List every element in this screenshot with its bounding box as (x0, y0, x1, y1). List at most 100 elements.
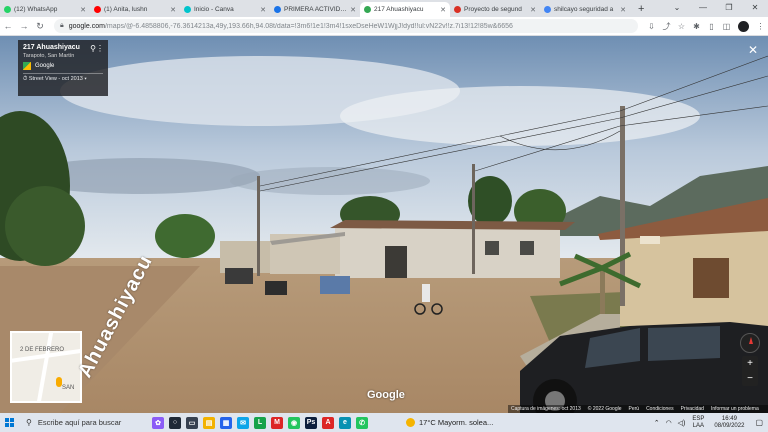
language-indicator[interactable]: ESP LAA (692, 416, 704, 430)
file-explorer-icon[interactable]: ▤ (203, 416, 215, 429)
taskbar-search-input[interactable]: ⚲ Escribe aquí para buscar (18, 414, 148, 431)
notification-icon[interactable]: ▢ (755, 418, 763, 427)
imagery-capture-label: Captura de imágenes: oct 2013 (511, 406, 581, 412)
url-path: /maps/@-6.4858806,-76.3614213a,49y,193.6… (104, 22, 513, 30)
browser-tab[interactable]: (1) Anita, lushn ✕ (90, 2, 180, 17)
share-icon[interactable]: ⤴ (659, 21, 674, 32)
cortana-icon[interactable]: ○ (169, 416, 181, 429)
taskbar: ⚲ Escribe aquí para buscar ✿ ○ ▭ ▤ ▦ ✉ L… (0, 413, 768, 432)
zoom-control: + − (742, 356, 758, 386)
store-icon[interactable]: ▦ (220, 416, 232, 429)
tab-favicon-icon (274, 6, 281, 13)
country-link[interactable]: Perú (629, 406, 640, 412)
lang-bottom: LAA (692, 422, 705, 429)
mail-icon[interactable]: ✉ (237, 416, 249, 429)
map-label: 2 DE FEBRERO (20, 347, 65, 353)
photoshop-icon[interactable]: Ps (305, 416, 317, 429)
install-icon[interactable]: ⇩ (644, 22, 659, 31)
browser-tab[interactable]: shilcayo seguridad a ✕ (540, 2, 630, 17)
close-icon[interactable]: ✕ (170, 6, 176, 14)
screen: (12) WhatsApp ✕ (1) Anita, lushn ✕ Inicio … (0, 0, 768, 432)
new-tab-button[interactable]: + (630, 2, 652, 17)
window-close-icon[interactable]: ✕ (742, 0, 768, 17)
side-panel-icon[interactable]: ◫ (719, 22, 734, 31)
reload-icon[interactable]: ↻ (32, 21, 48, 32)
browser-tab[interactable]: PRIMERA ACTIVIDAD ✕ (270, 2, 360, 17)
weather-text: 17°C Mayorm. solea... (419, 418, 494, 427)
map-street (33, 333, 55, 401)
whatsapp-icon[interactable]: ✆ (356, 416, 368, 429)
close-icon[interactable]: ✕ (530, 6, 536, 14)
tab-bar: (12) WhatsApp ✕ (1) Anita, lushn ✕ Inicio … (0, 0, 768, 17)
tab-favicon-icon (184, 6, 191, 13)
browser-tab-active[interactable]: 217 Ahuashiyacu ✕ (360, 2, 450, 17)
close-icon[interactable]: ✕ (620, 6, 626, 14)
minimize-icon[interactable]: — (690, 0, 716, 17)
maximize-icon[interactable]: ❐ (716, 0, 742, 17)
chat-app-icon[interactable]: ✿ (152, 416, 164, 429)
compass-icon[interactable] (740, 333, 760, 353)
privacy-link[interactable]: Privacidad (681, 406, 704, 412)
task-view-icon[interactable]: ▭ (186, 416, 198, 429)
close-street-view-icon[interactable]: ✕ (748, 43, 758, 57)
menu-icon[interactable]: ⋮ (753, 22, 768, 31)
copyright-label: © 2022 Google (587, 406, 622, 412)
tab-search-icon[interactable]: ⌄ (664, 0, 690, 17)
libreoffice-icon[interactable]: L (254, 416, 266, 429)
start-button[interactable] (0, 418, 18, 427)
profile-avatar[interactable] (738, 20, 749, 32)
credits-bar: Captura de imágenes: oct 2013 © 2022 Goo… (508, 405, 768, 413)
window-controls: ⌄ — ❐ ✕ (664, 0, 768, 17)
minimap[interactable]: 2 DE FEBRERO SAN (10, 331, 82, 403)
close-icon[interactable]: ✕ (80, 6, 86, 14)
maps-favicon-icon (364, 6, 371, 13)
close-icon[interactable]: ✕ (350, 6, 356, 14)
pegman-icon[interactable] (56, 377, 62, 387)
lock-icon: 🔒︎ (60, 22, 64, 29)
forward-icon[interactable]: → (16, 21, 32, 31)
terms-link[interactable]: Condiciones (646, 406, 674, 412)
google-favicon-icon (544, 6, 551, 13)
imagery-date-button[interactable]: ⏱ Street View - oct 2013 ▾ (23, 76, 103, 83)
url-input[interactable]: 🔒︎ google.com /maps/@-6.4858806,-76.3614… (54, 19, 638, 33)
tab-label: shilcayo seguridad a (554, 6, 614, 13)
report-problem-link[interactable]: Informar un problema (711, 406, 759, 412)
tab-label: 217 Ahuashiyacu (374, 6, 424, 13)
reading-list-icon[interactable]: ▯ (704, 22, 719, 31)
clock[interactable]: 16:49 08/09/2022 (714, 416, 744, 430)
zoom-in-button[interactable]: + (742, 356, 758, 371)
provider-label: Google (35, 63, 55, 69)
url-host: google.com (68, 22, 105, 30)
compass-needle (749, 337, 753, 344)
map-label: SAN (62, 385, 75, 391)
volume-icon[interactable]: ◁) (678, 419, 686, 427)
street-view-panorama[interactable]: 217 Ahuashiyacu Tarapoto, San Martín Goo… (0, 36, 768, 413)
close-icon[interactable]: ✕ (440, 6, 446, 14)
sun-icon (406, 418, 415, 427)
imagery-label: Street View - oct 2013 (28, 76, 83, 82)
extensions-icon[interactable]: ✱ (689, 22, 704, 31)
zoom-out-button[interactable]: − (742, 371, 758, 386)
browser-tab[interactable]: Inicio - Canva ✕ (180, 2, 270, 17)
clock-time: 16:49 (721, 415, 737, 422)
close-icon[interactable]: ✕ (260, 6, 266, 14)
google-watermark: Google (367, 389, 405, 401)
back-icon[interactable]: ← (0, 21, 16, 31)
mcafee-icon[interactable]: M (271, 416, 283, 429)
location-info-card: 217 Ahuashiyacu Tarapoto, San Martín Goo… (18, 40, 108, 96)
search-icon: ⚲ (26, 418, 32, 427)
windows-logo-icon (4, 418, 14, 427)
chrome-icon[interactable]: ◉ (288, 416, 300, 429)
browser-tab[interactable]: Proyecto de segund ✕ (450, 2, 540, 17)
acrobat-icon[interactable]: A (322, 416, 334, 429)
network-icon[interactable]: ◠ (666, 419, 672, 427)
browser-tab[interactable]: (12) WhatsApp ✕ (0, 2, 90, 17)
edge-icon[interactable]: e (339, 416, 351, 429)
tab-favicon-icon (4, 6, 11, 13)
more-options-icon[interactable]: ⋮ (96, 44, 104, 53)
bookmark-star-icon[interactable]: ☆ (674, 22, 689, 31)
show-hidden-icons-icon[interactable]: ⌃ (654, 419, 660, 427)
weather-widget[interactable]: 17°C Mayorm. solea... (406, 418, 493, 427)
google-maps-icon (23, 62, 31, 70)
tab-favicon-icon (454, 6, 461, 13)
